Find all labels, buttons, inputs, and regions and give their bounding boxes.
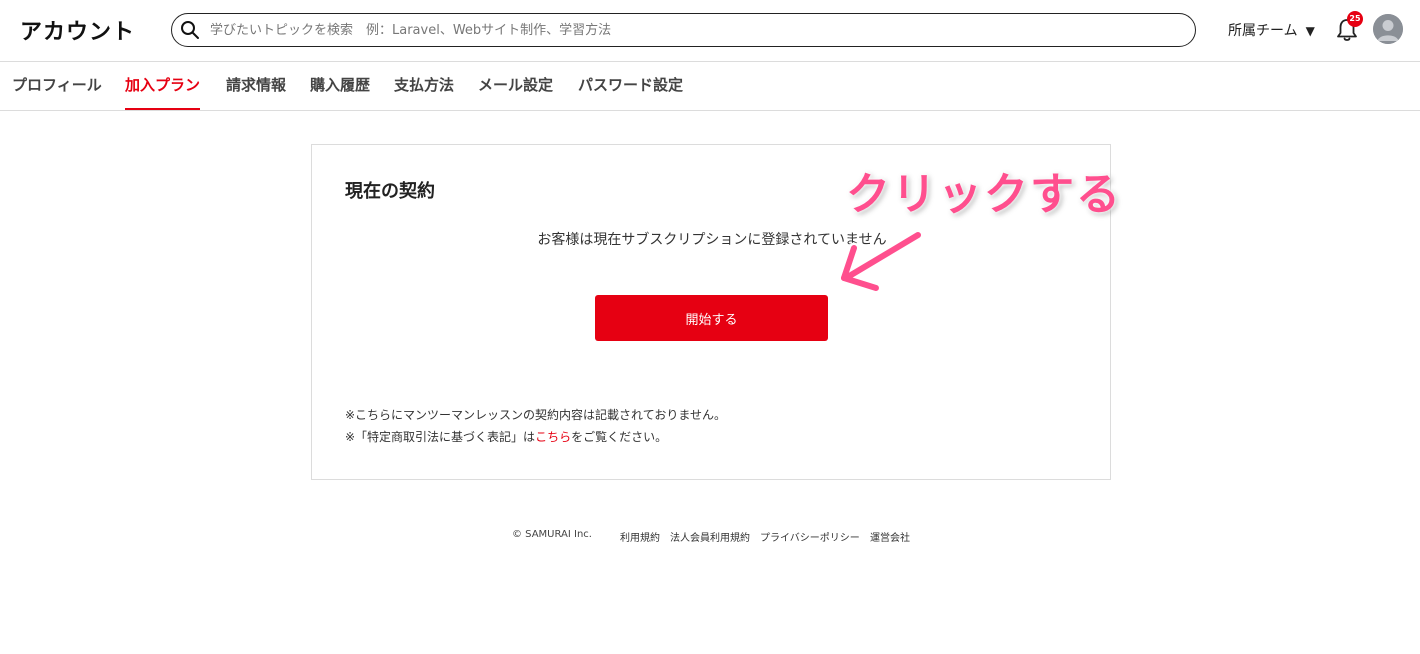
annotation-arrow-icon (838, 229, 924, 294)
footer-link-privacy[interactable]: プライバシーポリシー (760, 529, 860, 544)
search-icon (181, 21, 199, 39)
legal-note-prefix: ※「特定商取引法に基づく表記」は (345, 430, 536, 444)
click-here-annotation: クリックする (846, 169, 1122, 220)
subscription-status-message: お客様は現在サブスクリプションに登録されていません (537, 232, 887, 248)
search-bar[interactable] (171, 13, 1196, 47)
tab-purchase-history[interactable]: 購入履歴 (310, 74, 370, 110)
page-title: アカウント (20, 20, 136, 45)
legal-note: ※「特定商取引法に基づく表記」はこちらをご覧ください。 (345, 428, 667, 445)
copyright: © SAMURAI Inc. (512, 529, 592, 540)
start-button[interactable]: 開始する (595, 295, 828, 341)
user-silhouette-icon (1373, 14, 1403, 44)
lesson-note: ※こちらにマンツーマンレッスンの契約内容は記載されておりません。 (345, 408, 726, 422)
contract-title: 現在の契約 (345, 181, 435, 202)
tab-profile[interactable]: プロフィール (12, 74, 102, 110)
avatar[interactable] (1373, 14, 1403, 44)
search-input[interactable] (210, 18, 1170, 42)
tab-payment-method[interactable]: 支払方法 (394, 74, 454, 110)
tab-plan[interactable]: 加入プラン (125, 74, 201, 110)
team-select-label: 所属チーム (1228, 23, 1298, 39)
tab-password-settings[interactable]: パスワード設定 (578, 74, 683, 110)
legal-link[interactable]: こちら (535, 430, 571, 444)
team-select-dropdown[interactable]: 所属チーム ▼ (1228, 20, 1315, 40)
notification-count-badge: 25 (1347, 11, 1363, 27)
legal-note-suffix: をご覧ください。 (571, 430, 668, 444)
top-header: アカウント 所属チーム ▼ 25 (0, 0, 1420, 62)
tab-email-settings[interactable]: メール設定 (478, 74, 553, 110)
footer-link-company[interactable]: 運営会社 (870, 529, 910, 544)
account-tabs: プロフィール 加入プラン 請求情報 購入履歴 支払方法 メール設定 パスワード設… (0, 63, 1420, 111)
caret-down-icon: ▼ (1305, 24, 1315, 38)
tab-billing[interactable]: 請求情報 (226, 74, 286, 110)
footer-link-corporate-terms[interactable]: 法人会員利用規約 (670, 529, 750, 544)
footer-link-terms[interactable]: 利用規約 (620, 529, 660, 544)
